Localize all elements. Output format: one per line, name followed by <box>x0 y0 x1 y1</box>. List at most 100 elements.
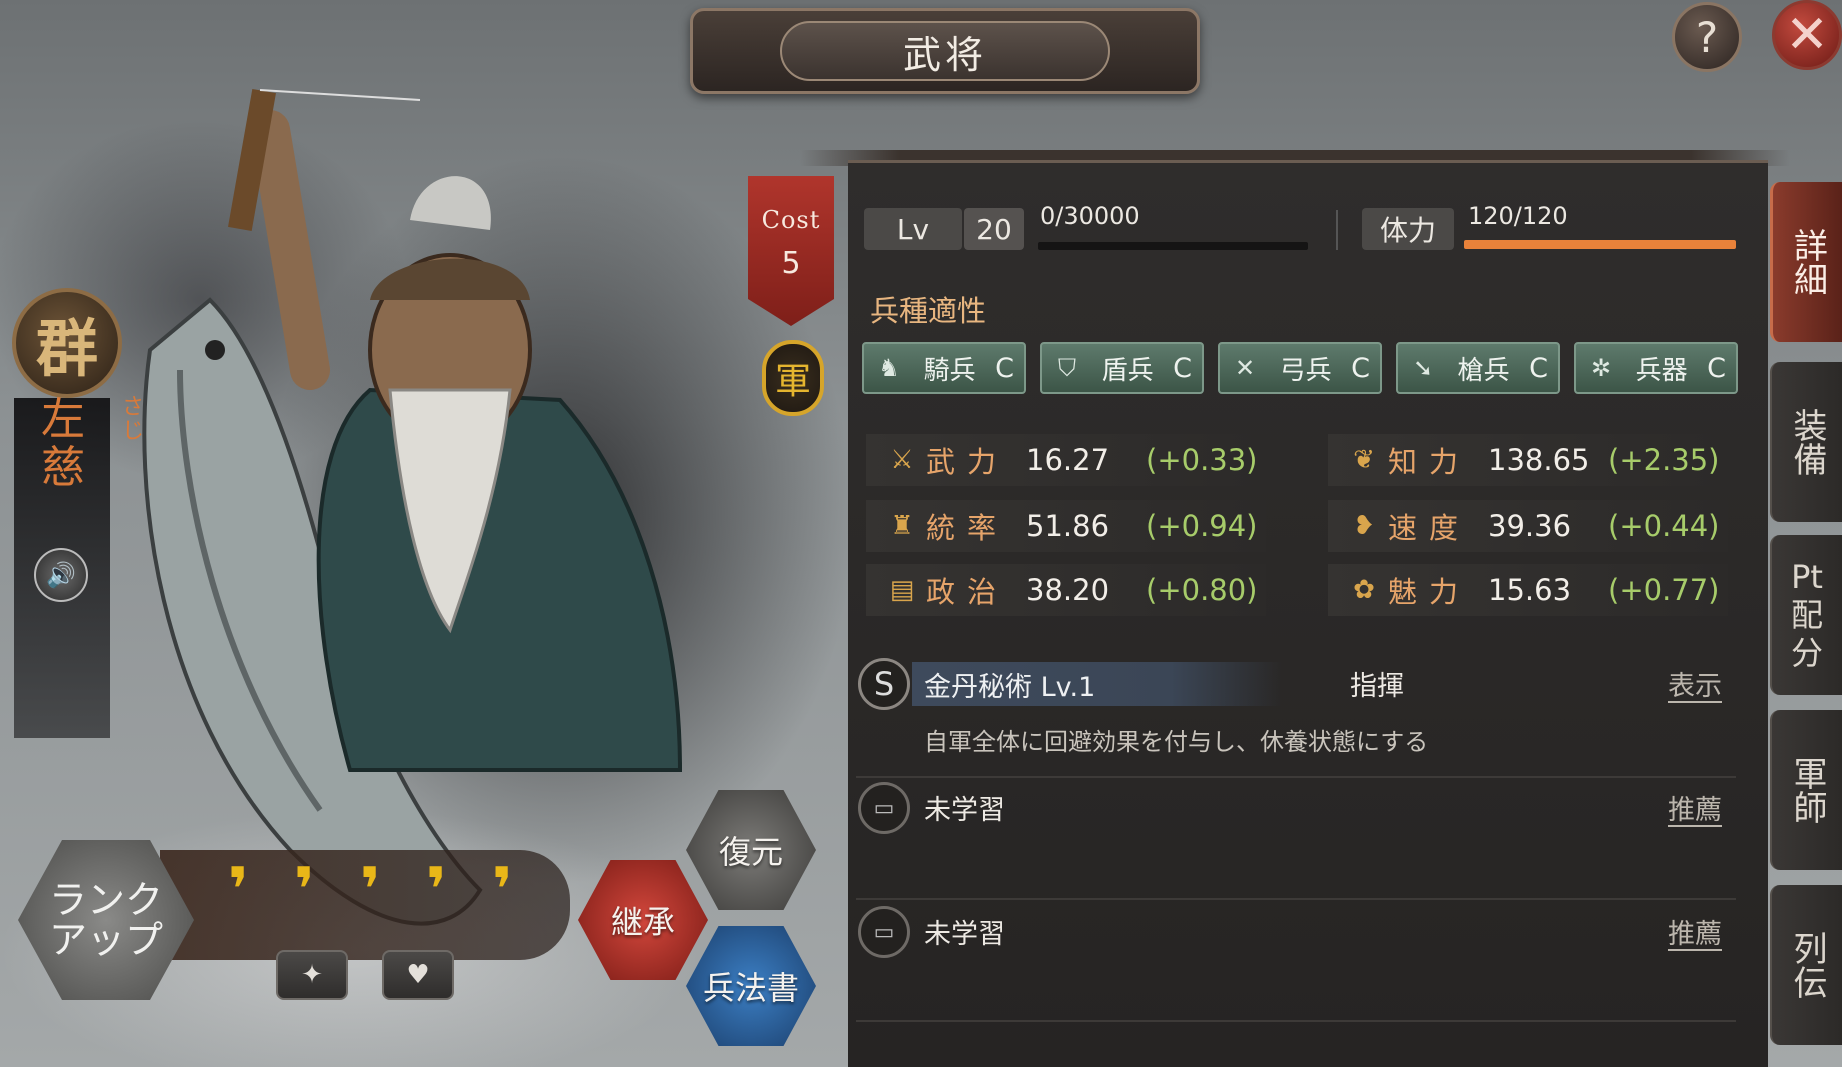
stat-row-5: ✿ 魅力 15.63 (+0.77) <box>1328 564 1728 616</box>
stat-delta: (+0.77) <box>1608 573 1720 607</box>
divider <box>1336 210 1338 250</box>
stat-delta: (+0.33) <box>1146 443 1258 477</box>
stamina-bar <box>1464 240 1736 249</box>
troop-aptitude-4[interactable]: ✲ 兵器 C <box>1574 342 1738 394</box>
help-button[interactable]: ? <box>1672 2 1742 72</box>
stat-value: 15.63 <box>1488 573 1572 607</box>
heart-plus-icon[interactable]: ♥ <box>382 950 454 1000</box>
rank-up-label-line2: アップ <box>48 918 163 962</box>
skill-badge: S <box>858 658 910 710</box>
level-value: 20 <box>964 208 1024 250</box>
side-tab-label: 軍師 <box>1787 756 1827 824</box>
politics-icon: ▤ <box>889 575 915 605</box>
troop-grade: C <box>1351 352 1370 384</box>
troop-name: 槍兵 <box>1457 355 1510 386</box>
stat-value: 138.65 <box>1488 443 1590 477</box>
stat-label: 武力 <box>926 445 1009 479</box>
command-icon: ♜ <box>890 511 914 541</box>
stat-label: 政治 <box>926 575 1009 609</box>
voice-speaker-icon[interactable]: 🔊 <box>34 548 88 602</box>
troop-aptitude-list: ♞ 騎兵 C ⛉ 盾兵 C ✕ 弓兵 C ➘ 槍兵 C ✲ 兵器 C <box>862 342 1738 394</box>
page-title: 武将 <box>780 21 1110 81</box>
skill-slot-2-recommend-link[interactable]: 推薦 <box>1668 912 1722 951</box>
close-button[interactable]: ✕ <box>1772 0 1842 70</box>
side-tab-2[interactable]: Pt配分 <box>1770 535 1842 695</box>
siege-icon: ✲ <box>1590 354 1612 382</box>
stat-delta: (+2.35) <box>1608 443 1720 477</box>
stat-delta: (+0.94) <box>1146 509 1258 543</box>
rank-drop-icon: ❜ <box>228 855 249 925</box>
scroll-icon: ▭ <box>858 906 910 958</box>
troop-name: 盾兵 <box>1101 355 1154 386</box>
charm-icon: ✿ <box>1353 575 1375 605</box>
title-plaque: 武将 <box>690 8 1200 94</box>
troop-aptitude-0[interactable]: ♞ 騎兵 C <box>862 342 1026 394</box>
stamina-label: 体力 <box>1362 208 1454 250</box>
side-tab-0[interactable]: 詳細 <box>1770 182 1842 342</box>
stat-label: 統率 <box>926 511 1009 545</box>
cost-value: 5 <box>781 246 801 281</box>
stat-row-4: ▤ 政治 38.20 (+0.80) <box>866 564 1266 616</box>
stat-label: 速度 <box>1388 511 1471 545</box>
stat-row-1: ❦ 知力 138.65 (+2.35) <box>1328 434 1728 486</box>
troop-aptitude-1[interactable]: ⛉ 盾兵 C <box>1040 342 1204 394</box>
stat-row-3: ❥ 速度 39.36 (+0.44) <box>1328 500 1728 552</box>
troop-aptitude-3[interactable]: ➘ 槍兵 C <box>1396 342 1560 394</box>
stamina-bar-fill <box>1464 240 1736 249</box>
skill-show-link[interactable]: 表示 <box>1668 664 1722 703</box>
stat-delta: (+0.80) <box>1146 573 1258 607</box>
troop-aptitude-title: 兵種適性 <box>870 294 987 328</box>
troop-name: 兵器 <box>1635 355 1688 386</box>
side-tab-4[interactable]: 列伝 <box>1770 885 1842 1045</box>
skill-name: 金丹秘術 Lv.1 <box>912 662 1282 706</box>
army-badge-icon: 軍 <box>762 340 824 416</box>
troop-aptitude-2[interactable]: ✕ 弓兵 C <box>1218 342 1382 394</box>
scroll-icon: ▭ <box>858 782 910 834</box>
troop-grade: C <box>1529 352 1548 384</box>
troop-name: 騎兵 <box>923 355 976 386</box>
skill-slot-2-label: 未学習 <box>924 919 1005 950</box>
general-name: 左慈 <box>41 394 85 493</box>
level-label: Lv <box>864 208 962 250</box>
side-tab-3[interactable]: 軍師 <box>1770 710 1842 870</box>
skill-type: 指揮 <box>1350 671 1404 702</box>
side-tab-label: 列伝 <box>1787 931 1827 999</box>
rank-up-label-line1: ランク <box>48 878 163 922</box>
troop-name: 弓兵 <box>1279 355 1332 386</box>
stat-value: 16.27 <box>1026 443 1110 477</box>
stat-label: 魅力 <box>1388 575 1471 609</box>
stat-value: 39.36 <box>1488 509 1572 543</box>
rank-drop-icon: ❜ <box>294 855 315 925</box>
horse-icon: ♞ <box>878 354 900 382</box>
stat-value: 38.20 <box>1026 573 1110 607</box>
general-name-reading: さじ <box>121 395 144 444</box>
shield-icon: ⛉ <box>1058 354 1076 382</box>
troop-grade: C <box>1173 352 1192 384</box>
exp-bar <box>1038 242 1308 250</box>
speed-icon: ❥ <box>1353 511 1375 541</box>
stat-row-2: ♜ 統率 51.86 (+0.94) <box>866 500 1266 552</box>
side-tab-label: 詳細 <box>1787 228 1828 296</box>
skill-slot-1-recommend-link[interactable]: 推薦 <box>1668 788 1722 827</box>
rank-drop-icon: ❜ <box>492 855 513 925</box>
skill-slot-1-label: 未学習 <box>924 795 1005 826</box>
side-tab-1[interactable]: 装備 <box>1770 362 1842 522</box>
crossed-swords-icon: ⚔ <box>890 445 914 475</box>
stat-value: 51.86 <box>1026 509 1110 543</box>
stat-label: 知力 <box>1388 445 1471 479</box>
stat-delta: (+0.44) <box>1608 509 1720 543</box>
intellect-icon: ❦ <box>1353 445 1375 475</box>
skill-description: 自軍全体に回避効果を付与し、休養状態にする <box>924 728 1429 756</box>
troop-grade: C <box>995 352 1014 384</box>
rank-drop-icon: ❜ <box>426 855 447 925</box>
side-tab-label: Pt配分 <box>1790 558 1823 672</box>
stamina-value: 120/120 <box>1468 202 1568 230</box>
side-tab-label: 装備 <box>1787 408 1827 476</box>
exp-value: 0/30000 <box>1040 202 1140 230</box>
cost-label: Cost <box>761 206 821 234</box>
cost-banner: Cost 5 <box>748 176 834 326</box>
stat-row-0: ⚔ 武力 16.27 (+0.33) <box>866 434 1266 486</box>
troop-grade: C <box>1707 352 1726 384</box>
bird-icon[interactable]: ✦ <box>276 950 348 1000</box>
faction-badge: 群 <box>12 288 122 398</box>
